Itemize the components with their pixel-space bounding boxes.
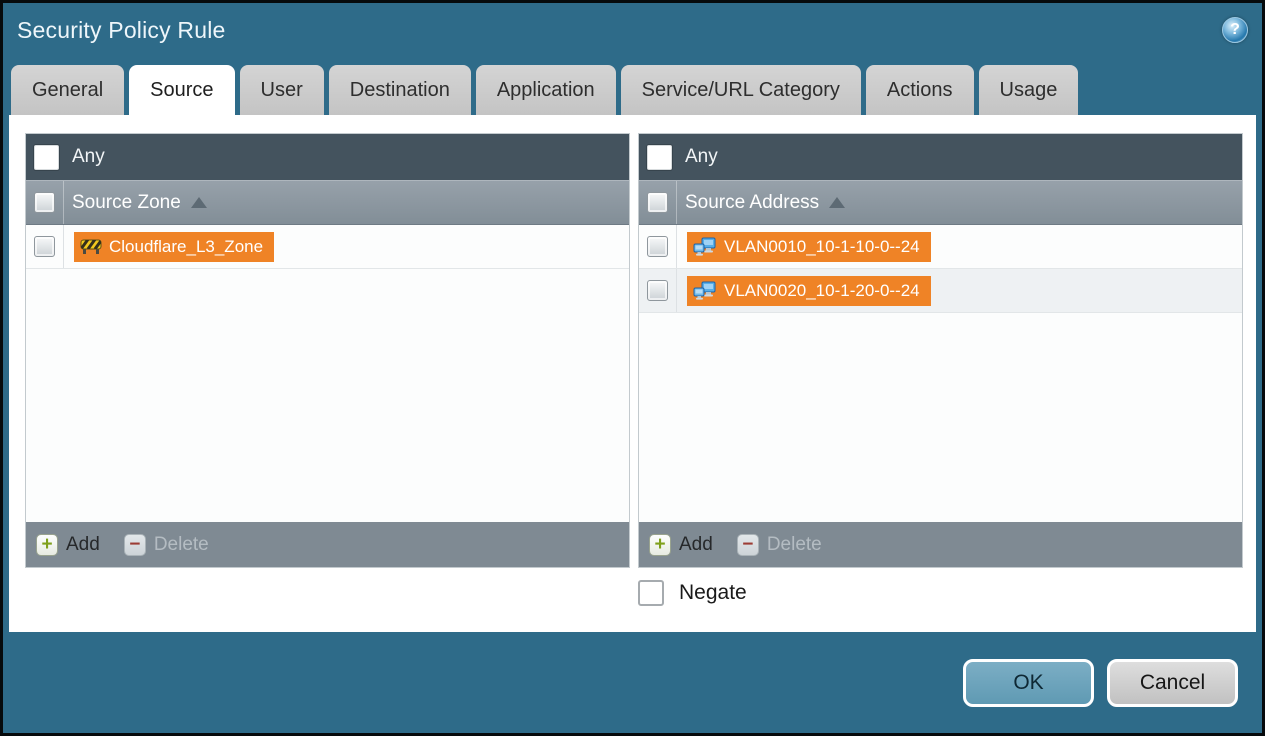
tab-actions[interactable]: Actions [865, 65, 974, 115]
add-button-label: Add [679, 533, 713, 555]
dialog-title: Security Policy Rule [17, 16, 226, 43]
delete-button-label: Delete [766, 533, 822, 555]
security-policy-rule-dialog: Security Policy Rule ? General Source Us… [0, 0, 1265, 736]
delete-button-label: Delete [153, 533, 209, 555]
negate-checkbox[interactable] [638, 580, 664, 606]
add-button[interactable]: + Add [36, 533, 100, 556]
add-icon: + [649, 533, 671, 556]
zone-item-chip[interactable]: Cloudflare_L3_Zone [74, 231, 275, 262]
negate-row: Negate [638, 580, 1256, 606]
source-zone-any-label: Any [72, 146, 105, 167]
source-zone-column-label: Source Zone [72, 191, 181, 213]
tab-bar: General Source User Destination Applicat… [3, 57, 1262, 115]
cancel-button[interactable]: Cancel [1107, 658, 1238, 707]
table-row[interactable]: Cloudflare_L3_Zone [26, 225, 629, 269]
dialog-footer: OK Cancel [3, 632, 1262, 733]
titlebar: Security Policy Rule ? [3, 3, 1262, 57]
header-checkbox-cell [26, 181, 64, 224]
tab-application[interactable]: Application [475, 65, 616, 115]
address-item-chip[interactable]: VLAN0020_10-1-20-0--24 [687, 275, 931, 306]
tab-usage[interactable]: Usage [978, 65, 1079, 115]
row-checkbox-cell [639, 225, 677, 268]
tab-destination[interactable]: Destination [328, 65, 471, 115]
source-address-footer: + Add − Delete [639, 522, 1242, 567]
add-button-label: Add [66, 533, 100, 555]
address-item-label: VLAN0020_10-1-20-0--24 [724, 280, 920, 300]
table-row[interactable]: VLAN0010_10-1-10-0--24 [639, 225, 1242, 269]
address-item-label: VLAN0010_10-1-10-0--24 [724, 236, 920, 256]
add-icon: + [36, 533, 58, 556]
source-address-rows: VLAN0010_10-1-10-0--24 VLAN0020_10-1-20-… [639, 225, 1242, 522]
network-icon [693, 237, 717, 256]
panels-container: Any Source Zone Cloudflare_L3_Zone + Add… [25, 133, 1256, 568]
source-zone-rows: Cloudflare_L3_Zone [26, 225, 629, 522]
address-item-chip[interactable]: VLAN0010_10-1-10-0--24 [687, 231, 931, 262]
ok-button[interactable]: OK [963, 658, 1094, 707]
delete-icon: − [736, 533, 759, 556]
header-checkbox-cell [639, 181, 677, 224]
negate-label: Negate [679, 581, 747, 604]
tab-service-url-category[interactable]: Service/URL Category [620, 65, 861, 115]
source-address-any-checkbox[interactable] [647, 144, 672, 170]
tab-user[interactable]: User [239, 65, 324, 115]
source-address-any-label: Any [685, 146, 718, 167]
row-checkbox[interactable] [647, 280, 668, 301]
tab-general[interactable]: General [11, 65, 125, 115]
row-checkbox-cell [26, 225, 64, 268]
row-checkbox[interactable] [34, 236, 55, 257]
tab-source[interactable]: Source [129, 65, 235, 115]
delete-button[interactable]: − Delete [736, 533, 822, 556]
row-checkbox[interactable] [647, 236, 668, 257]
source-zone-column-header[interactable]: Source Zone [26, 180, 629, 225]
network-icon [693, 281, 717, 300]
source-address-any-bar: Any [639, 134, 1242, 180]
delete-icon: − [123, 533, 146, 556]
source-address-column-header[interactable]: Source Address [639, 180, 1242, 225]
source-zone-panel: Any Source Zone Cloudflare_L3_Zone + Add… [25, 133, 630, 568]
source-tab-content: Any Source Zone Cloudflare_L3_Zone + Add… [9, 115, 1256, 632]
source-zone-any-checkbox[interactable] [34, 144, 59, 170]
delete-button[interactable]: − Delete [123, 533, 209, 556]
help-icon[interactable]: ? [1222, 17, 1248, 43]
zone-icon [80, 238, 102, 255]
source-address-select-all-checkbox[interactable] [647, 192, 668, 213]
zone-item-label: Cloudflare_L3_Zone [109, 236, 264, 256]
row-checkbox-cell [639, 269, 677, 312]
table-row[interactable]: VLAN0020_10-1-20-0--24 [639, 269, 1242, 313]
source-zone-any-bar: Any [26, 134, 629, 180]
source-zone-select-all-checkbox[interactable] [34, 192, 55, 213]
source-address-column-label: Source Address [685, 191, 820, 213]
add-button[interactable]: + Add [649, 533, 713, 556]
source-zone-footer: + Add − Delete [26, 522, 629, 567]
sort-ascending-icon [190, 197, 207, 208]
source-address-panel: Any Source Address VLAN0010_10-1-10-0--2… [638, 133, 1243, 568]
sort-ascending-icon [829, 197, 846, 208]
